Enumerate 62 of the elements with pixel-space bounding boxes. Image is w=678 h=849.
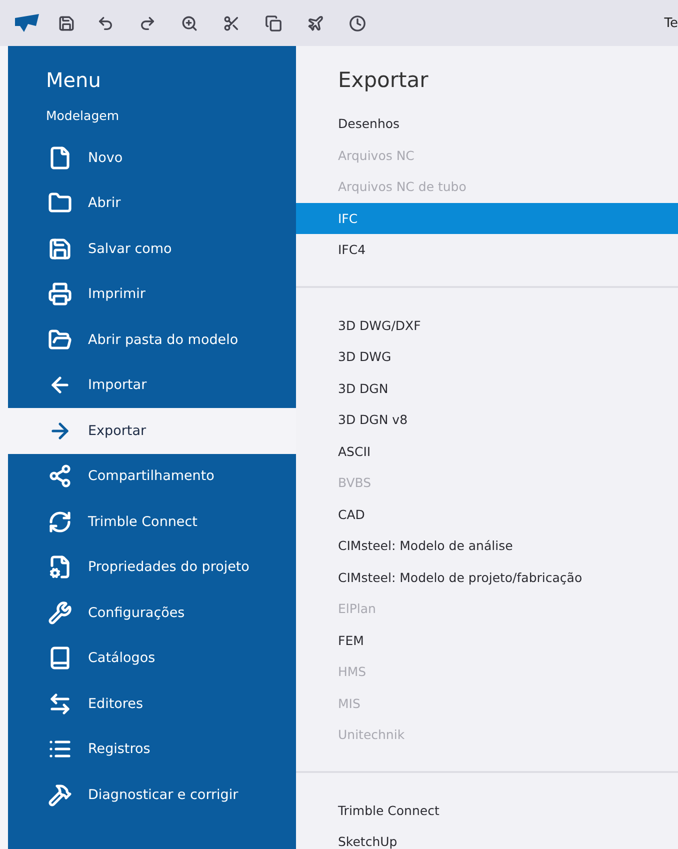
menu-item-label: Abrir pasta do modelo bbox=[88, 332, 238, 348]
export-option[interactable]: Desenhos bbox=[296, 108, 678, 140]
menu-item[interactable]: Imprimir bbox=[8, 272, 296, 317]
zoom-icon[interactable] bbox=[180, 14, 198, 32]
menu-title: Menu bbox=[45, 68, 102, 92]
wrench-icon bbox=[46, 600, 74, 625]
menu-item-label: Diagnosticar e corrigir bbox=[88, 786, 238, 803]
folder-icon bbox=[46, 191, 74, 216]
menu-item-label: Propriedades do projeto bbox=[88, 559, 250, 576]
menu-item[interactable]: Exportar bbox=[8, 408, 296, 454]
folder-icon bbox=[46, 328, 74, 352]
export-option[interactable]: IFC bbox=[296, 202, 678, 234]
save-icon[interactable] bbox=[58, 14, 74, 32]
menu-item-label: Registros bbox=[88, 741, 150, 758]
menu-item-label: Editores bbox=[88, 696, 143, 712]
export-option[interactable]: CIMsteel: Modelo de projeto/fabricação bbox=[296, 562, 678, 593]
menu-item[interactable]: Abrir pasta do modelo bbox=[8, 317, 296, 362]
menu-item[interactable]: Novo bbox=[8, 135, 296, 180]
menu-item[interactable]: Configurações bbox=[8, 590, 296, 636]
export-option[interactable]: Trimble Connect bbox=[296, 794, 678, 826]
export-option[interactable]: 3D DGN bbox=[296, 372, 678, 404]
tools-icon bbox=[46, 782, 74, 807]
export-option[interactable]: ASCII bbox=[296, 436, 678, 467]
export-option[interactable]: CIMsteel: Modelo de análise bbox=[296, 530, 678, 562]
scissors-icon[interactable] bbox=[222, 14, 240, 32]
menu-item[interactable]: Salvar como bbox=[8, 226, 296, 272]
menu-item[interactable]: Catálogos bbox=[8, 636, 296, 681]
plane-icon[interactable] bbox=[306, 14, 324, 32]
menu-item-label: Exportar bbox=[88, 422, 146, 439]
menu-item-label: Salvar como bbox=[88, 240, 172, 257]
panel-title: Exportar bbox=[337, 68, 430, 92]
export-option[interactable]: 3D DWG/DXF bbox=[296, 310, 678, 341]
export-option[interactable]: SketchUp bbox=[296, 826, 678, 849]
export-option[interactable]: FEM bbox=[296, 624, 678, 656]
export-option[interactable]: 3D DWG bbox=[296, 341, 678, 372]
toolbar-text: Te bbox=[664, 16, 678, 30]
menu-item[interactable]: Importar bbox=[8, 362, 296, 408]
export-option[interactable]: 3D DGN v8 bbox=[296, 404, 678, 436]
menu-item-label: Abrir bbox=[88, 195, 121, 212]
menu-item[interactable]: Abrir bbox=[8, 180, 296, 226]
menu-item-label: Importar bbox=[88, 377, 147, 394]
export-option[interactable]: IFC4 bbox=[296, 234, 678, 266]
menu-item-label: Novo bbox=[88, 150, 123, 166]
menu-item[interactable]: Editores bbox=[8, 681, 296, 726]
clock-icon[interactable] bbox=[348, 14, 366, 32]
menu-item-label: Compartilhamento bbox=[88, 468, 214, 484]
printer-icon bbox=[46, 282, 74, 306]
menu-item[interactable]: Compartilhamento bbox=[8, 454, 296, 499]
redo-icon[interactable] bbox=[138, 14, 156, 32]
menu-item-label: Trimble Connect bbox=[88, 514, 198, 530]
menu-item-label: Configurações bbox=[88, 604, 185, 621]
menu-item-label: Catálogos bbox=[88, 650, 156, 666]
menu-item[interactable]: Registros bbox=[8, 726, 296, 772]
menu-item[interactable]: Propriedades do projeto bbox=[8, 544, 296, 590]
export-option[interactable]: CAD bbox=[296, 498, 678, 530]
logo-icon[interactable] bbox=[14, 12, 40, 34]
menu-item[interactable]: Trimble Connect bbox=[8, 499, 296, 544]
copy-icon[interactable] bbox=[264, 14, 282, 32]
menu-item[interactable]: Diagnosticar e corrigir bbox=[8, 772, 296, 818]
undo-icon[interactable] bbox=[96, 14, 114, 32]
section-label: Modelagem bbox=[45, 108, 120, 123]
menu-item-label: Imprimir bbox=[88, 286, 146, 302]
